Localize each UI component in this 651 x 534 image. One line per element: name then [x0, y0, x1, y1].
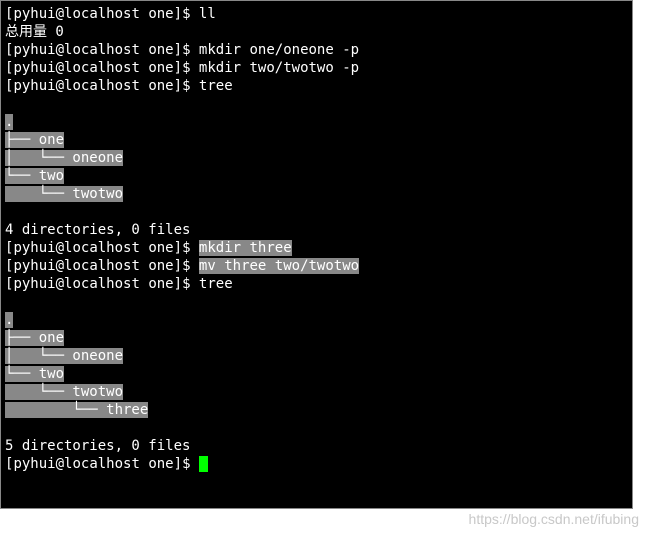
watermark-text: https://blog.csdn.net/ifubing	[469, 510, 639, 528]
command-text: mv three two/twotwo	[199, 258, 359, 274]
prompt-text: [pyhui@localhost one]$	[5, 276, 199, 292]
command-text: mkdir one/oneone -p	[199, 42, 359, 58]
terminal-window[interactable]: [pyhui@localhost one]$ ll 总用量 0 [pyhui@l…	[0, 0, 633, 509]
output-line: 4 directories, 0 files	[5, 221, 628, 239]
tree-output: └── twotwo	[5, 185, 628, 203]
prompt-line: [pyhui@localhost one]$ mv three two/twot…	[5, 257, 628, 275]
tree-output: ├── one	[5, 131, 628, 149]
tree-output: .	[5, 113, 628, 131]
tree-output: ├── one	[5, 329, 628, 347]
blank-line	[5, 293, 628, 311]
output-line: 5 directories, 0 files	[5, 437, 628, 455]
command-text: ll	[199, 6, 216, 22]
prompt-text: [pyhui@localhost one]$	[5, 240, 199, 256]
blank-line	[5, 419, 628, 437]
prompt-text: [pyhui@localhost one]$	[5, 60, 199, 76]
command-text: tree	[199, 78, 233, 94]
prompt-text: [pyhui@localhost one]$	[5, 6, 199, 22]
tree-output: └── three	[5, 401, 628, 419]
prompt-line: [pyhui@localhost one]$ mkdir three	[5, 239, 628, 257]
command-text: mkdir three	[199, 240, 292, 256]
tree-output: └── two	[5, 365, 628, 383]
tree-output: │ └── oneone	[5, 149, 628, 167]
prompt-line: [pyhui@localhost one]$ tree	[5, 275, 628, 293]
prompt-text: [pyhui@localhost one]$	[5, 456, 199, 472]
tree-output: └── two	[5, 167, 628, 185]
cursor-icon	[199, 456, 208, 472]
tree-output: └── twotwo	[5, 383, 628, 401]
tree-output: .	[5, 311, 628, 329]
prompt-line: [pyhui@localhost one]$ tree	[5, 77, 628, 95]
prompt-line: [pyhui@localhost one]$ mkdir two/twotwo …	[5, 59, 628, 77]
blank-line	[5, 95, 628, 113]
command-text: tree	[199, 276, 233, 292]
command-text: mkdir two/twotwo -p	[199, 60, 359, 76]
prompt-line-active[interactable]: [pyhui@localhost one]$	[5, 455, 628, 473]
prompt-line: [pyhui@localhost one]$ ll	[5, 5, 628, 23]
prompt-text: [pyhui@localhost one]$	[5, 42, 199, 58]
tree-output: │ └── oneone	[5, 347, 628, 365]
output-line: 总用量 0	[5, 23, 628, 41]
prompt-line: [pyhui@localhost one]$ mkdir one/oneone …	[5, 41, 628, 59]
prompt-text: [pyhui@localhost one]$	[5, 258, 199, 274]
blank-line	[5, 203, 628, 221]
prompt-text: [pyhui@localhost one]$	[5, 78, 199, 94]
